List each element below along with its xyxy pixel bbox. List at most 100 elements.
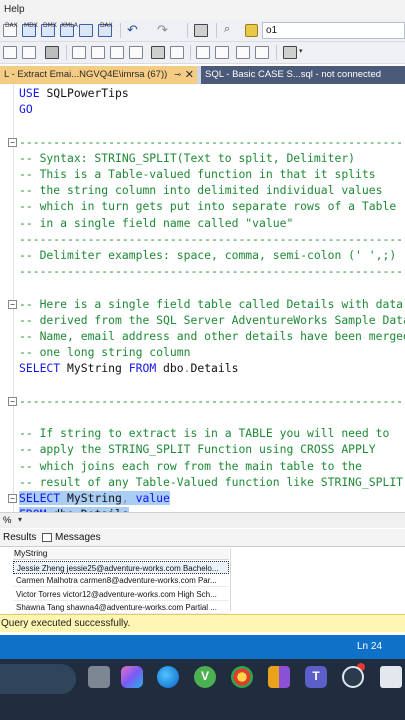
code-token: -- in a single field name called "value" — [19, 215, 294, 230]
results-to-grid-toggle-icon[interactable] — [45, 46, 59, 59]
file-explorer-icon[interactable] — [88, 666, 110, 688]
results-to-file-icon[interactable] — [170, 46, 184, 59]
code-line[interactable]: ----------------------------------------… — [19, 134, 405, 150]
code-line[interactable]: GO — [19, 101, 33, 117]
code-line[interactable]: -- If string to extract is in a TABLE yo… — [19, 425, 389, 441]
results-tabs: Results Messages — [0, 529, 405, 547]
display-estimated-plan-icon[interactable] — [91, 46, 105, 59]
column-header-mystring[interactable]: MyString — [13, 548, 229, 560]
code-line[interactable]: -- which in turn gets put into separate … — [19, 198, 396, 214]
table-row[interactable]: Victor Torres victor12@adventure-works.c… — [13, 588, 229, 601]
code-token: -- which in turn gets put into separate … — [19, 199, 397, 214]
edge-browser-icon[interactable] — [157, 666, 179, 688]
code-token: -- Delimiter examples: space, comma, sem… — [19, 248, 397, 262]
table-row[interactable]: Carmen Malhotra carmen8@adventure-works.… — [13, 574, 229, 588]
query-status-message: Query executed successfully. — [1, 618, 131, 629]
teams-icon[interactable]: T — [305, 666, 327, 688]
chevron-down-icon[interactable]: ▾ — [18, 515, 22, 524]
app-v-icon[interactable]: V — [194, 666, 216, 688]
database-selector[interactable]: o1 — [262, 22, 405, 39]
undo-icon[interactable]: ↶ — [127, 22, 141, 37]
code-line[interactable]: -- Name, email address and other details… — [19, 328, 405, 344]
activity-monitor-icon[interactable] — [194, 24, 208, 37]
collapse-icon[interactable]: − — [8, 299, 17, 309]
specify-values-icon[interactable] — [283, 46, 297, 59]
code-token: -- Name, email address and other details… — [19, 329, 405, 343]
tab-messages[interactable]: Messages — [55, 532, 101, 543]
code-line[interactable]: ----------------------------------------… — [19, 263, 405, 279]
intellisense-icon[interactable] — [129, 46, 143, 59]
obs-icon[interactable] — [342, 666, 364, 688]
redo-icon[interactable]: ↷ — [157, 22, 171, 37]
search-icon[interactable]: ⌕ — [224, 23, 238, 36]
code-line[interactable]: SELECT MyString FROM dbo.Details — [19, 360, 239, 376]
toolbar-separator — [190, 45, 191, 60]
parse-icon[interactable] — [72, 46, 86, 59]
comment-icon[interactable] — [196, 46, 210, 59]
code-line[interactable]: -- derived from the SQL Server Adventure… — [19, 312, 405, 328]
code-token: ----------------------------------------… — [19, 231, 405, 246]
code-line[interactable]: -- apply the STRING_SPLIT Function using… — [19, 441, 376, 457]
taskbar-search-box[interactable] — [0, 664, 76, 694]
code-line[interactable]: -- This is a Table-valued function in th… — [19, 166, 376, 182]
code-line[interactable]: -- Delimiter examples: space, comma, sem… — [19, 247, 396, 263]
collapse-icon[interactable]: − — [8, 396, 17, 406]
collapse-icon[interactable]: − — [8, 137, 17, 147]
toolbar-separator — [216, 23, 217, 38]
results-grid[interactable]: MyString Jessie Zheng jessie25@adventure… — [0, 547, 405, 614]
table-row[interactable]: Jessie Zheng jessie25@adventure-works.co… — [13, 561, 229, 574]
line-indicator: Ln 24 — [357, 641, 383, 652]
code-token: -- This is a Table-valued function in th… — [19, 167, 376, 181]
query-options-icon[interactable] — [110, 46, 124, 59]
tab-label: SQL - Basic CASE S...sql - not connected — [205, 69, 382, 80]
copilot-icon[interactable] — [121, 666, 143, 688]
tab-label: L - Extract Emai...NGVQ4E\imrsa (67)) — [4, 69, 168, 80]
code-line[interactable]: -- one long string column — [19, 344, 190, 360]
code-line[interactable]: -- Syntax: STRING_SPLIT(Text to split, D… — [19, 150, 355, 166]
uncomment-icon[interactable] — [215, 46, 229, 59]
mixed-app-icon[interactable] — [268, 666, 290, 688]
grid-column-divider — [230, 548, 231, 611]
change-connection-icon[interactable] — [22, 46, 36, 59]
collapse-icon[interactable]: − — [8, 494, 17, 503]
code-token: dbo — [163, 361, 184, 376]
pin-icon[interactable]: ⊸ — [174, 66, 181, 84]
toolbar-dropdown-icon[interactable]: ▾ — [299, 47, 303, 55]
zoom-level[interactable]: % — [3, 515, 11, 526]
increase-indent-icon[interactable] — [255, 46, 269, 59]
code-line[interactable]: -- which joins each row from the main ta… — [19, 458, 362, 474]
query-status-bar: Query executed successfully. — [0, 614, 405, 632]
decrease-indent-icon[interactable] — [236, 46, 250, 59]
code-token: value — [135, 491, 170, 505]
code-line[interactable]: -- Here is a single field table called D… — [19, 296, 403, 312]
code-token: Details — [190, 361, 239, 376]
chrome-icon[interactable] — [231, 666, 253, 688]
code-line[interactable]: -- in a single field name called "value" — [19, 215, 293, 231]
editor-gutter — [13, 84, 14, 512]
code-line[interactable]: -- the string column into delimited indi… — [19, 182, 382, 198]
tab-extract-email-query[interactable]: L - Extract Emai...NGVQ4E\imrsa (67)) ⊸ … — [0, 66, 197, 84]
code-line[interactable]: SELECT MyString, value — [19, 490, 170, 506]
analysis-services-xmla-icon[interactable] — [79, 24, 93, 37]
help-menu[interactable]: Help — [4, 4, 25, 15]
toolbar-separator — [276, 45, 277, 60]
code-token: ----------------------------------------… — [19, 393, 405, 408]
code-line[interactable]: USE SQLPowerTips — [19, 85, 129, 101]
code-line[interactable]: -- result of any Table-Valued function l… — [19, 474, 403, 490]
code-token: SELECT — [19, 491, 68, 505]
table-row[interactable]: Shawna Tang shawna4@adventure-works.com … — [13, 601, 229, 614]
close-icon[interactable]: ✕ — [185, 66, 194, 84]
code-line[interactable]: ----------------------------------------… — [19, 393, 405, 409]
app-status-bar: Ln 24 — [0, 635, 405, 659]
tab-results[interactable]: Results — [3, 532, 36, 543]
code-token: FROM — [128, 361, 164, 376]
query-editor[interactable]: USE SQLPowerTips GO ----------------------… — [0, 84, 405, 512]
code-token: -- one long string column — [19, 345, 191, 360]
code-line[interactable]: ----------------------------------------… — [19, 231, 405, 247]
code-token: -- which joins each row from the main ta… — [19, 458, 362, 473]
calculator-icon[interactable] — [380, 666, 402, 688]
code-token: MyString — [67, 361, 129, 376]
connect-icon[interactable] — [3, 46, 17, 59]
results-to-grid-icon[interactable] — [151, 46, 165, 59]
tab-basic-case-query[interactable]: SQL - Basic CASE S...sql - not connected — [201, 66, 405, 84]
